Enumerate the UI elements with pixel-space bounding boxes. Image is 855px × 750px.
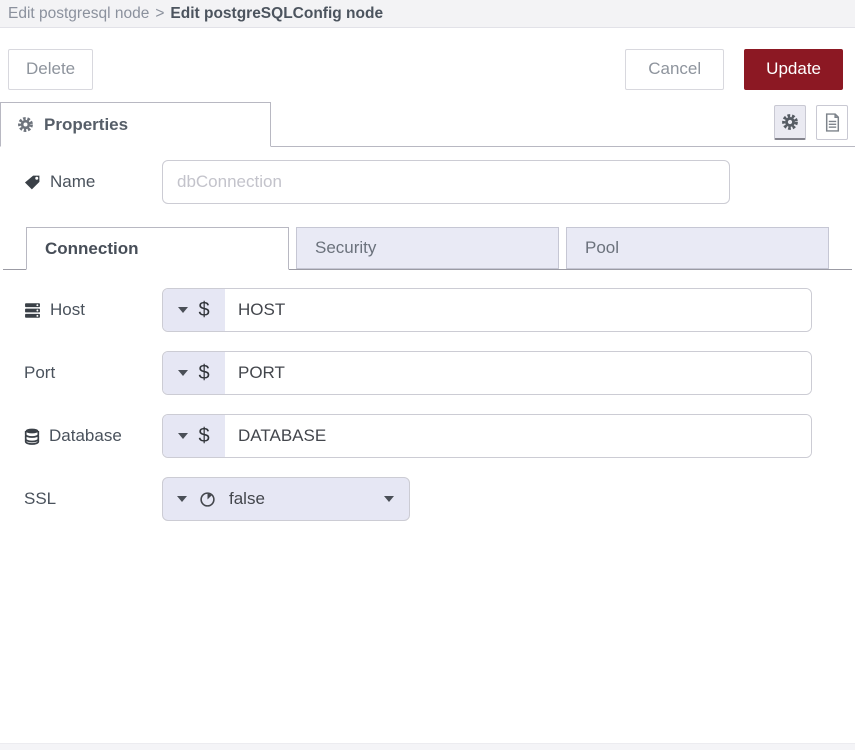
config-form: Name Connection Security Pool xyxy=(0,147,855,521)
ssl-row: SSL false xyxy=(24,477,831,521)
host-label-text: Host xyxy=(50,300,85,320)
database-label: Database xyxy=(24,426,162,446)
cancel-button[interactable]: Cancel xyxy=(625,49,724,90)
breadcrumb-parent-link[interactable]: Edit postgresql node xyxy=(8,5,149,23)
tab-connection-label: Connection xyxy=(45,239,139,259)
port-label: Port xyxy=(24,363,162,383)
env-var-type-symbol: $ xyxy=(198,362,209,385)
database-label-text: Database xyxy=(49,426,122,446)
port-typed-input: $ PORT xyxy=(162,351,812,395)
name-label: Name xyxy=(24,172,162,192)
server-icon xyxy=(24,302,41,319)
breadcrumb-separator: > xyxy=(155,5,164,23)
tab-properties[interactable]: Properties xyxy=(0,102,271,147)
port-input[interactable]: PORT xyxy=(225,352,811,394)
node-properties-button[interactable] xyxy=(774,105,806,140)
editor-tab-bar: Properties xyxy=(0,102,855,147)
breadcrumb: Edit postgresql node > Edit postgreSQLCo… xyxy=(0,0,855,28)
port-value: PORT xyxy=(238,363,285,383)
port-row: Port $ PORT xyxy=(24,351,831,395)
host-type-select-button[interactable]: $ xyxy=(163,289,225,331)
edit-config-node-dialog: Edit postgresql node > Edit postgreSQLCo… xyxy=(0,0,855,750)
node-description-button[interactable] xyxy=(816,105,848,140)
host-value: HOST xyxy=(238,300,285,320)
database-typed-input: $ DATABASE xyxy=(162,414,812,458)
tab-bar-filler xyxy=(271,102,774,146)
chevron-down-icon xyxy=(178,433,188,439)
chevron-down-icon xyxy=(177,496,187,502)
ssl-boolean-select[interactable]: false xyxy=(162,477,410,521)
tab-properties-label: Properties xyxy=(44,115,128,135)
gear-icon xyxy=(781,113,799,131)
tab-security-label: Security xyxy=(315,238,376,258)
config-section-tabs: Connection Security Pool xyxy=(3,227,852,270)
dialog-footer-strip xyxy=(0,743,855,750)
port-label-text: Port xyxy=(24,363,55,383)
tab-pool-label: Pool xyxy=(585,238,619,258)
chevron-down-icon xyxy=(178,307,188,313)
env-var-type-symbol: $ xyxy=(198,425,209,448)
database-type-select-button[interactable]: $ xyxy=(163,415,225,457)
ssl-value: false xyxy=(229,489,265,509)
name-row: Name xyxy=(24,160,831,204)
host-typed-input: $ HOST xyxy=(162,288,812,332)
dialog-toolbar: Delete Cancel Update xyxy=(0,28,855,102)
chevron-down-icon xyxy=(178,370,188,376)
file-icon xyxy=(824,113,841,132)
breadcrumb-current: Edit postgreSQLConfig node xyxy=(170,5,383,23)
env-var-type-symbol: $ xyxy=(198,299,209,322)
database-input[interactable]: DATABASE xyxy=(225,415,811,457)
host-input[interactable]: HOST xyxy=(225,289,811,331)
boolean-icon xyxy=(199,491,216,508)
name-input[interactable] xyxy=(162,160,730,204)
tag-icon xyxy=(24,174,41,191)
chevron-down-icon xyxy=(384,496,394,502)
tab-connection[interactable]: Connection xyxy=(26,227,289,270)
ssl-label: SSL xyxy=(24,489,162,509)
delete-button[interactable]: Delete xyxy=(8,49,93,90)
tab-pool[interactable]: Pool xyxy=(566,227,829,269)
update-button[interactable]: Update xyxy=(744,49,843,90)
port-type-select-button[interactable]: $ xyxy=(163,352,225,394)
host-label: Host xyxy=(24,300,162,320)
database-row: Database $ DATABASE xyxy=(24,414,831,458)
host-row: Host $ HOST xyxy=(24,288,831,332)
database-value: DATABASE xyxy=(238,426,326,446)
tab-security[interactable]: Security xyxy=(296,227,559,269)
database-icon xyxy=(24,428,40,445)
ssl-label-text: SSL xyxy=(24,489,56,509)
name-label-text: Name xyxy=(50,172,95,192)
gear-icon xyxy=(17,116,34,133)
